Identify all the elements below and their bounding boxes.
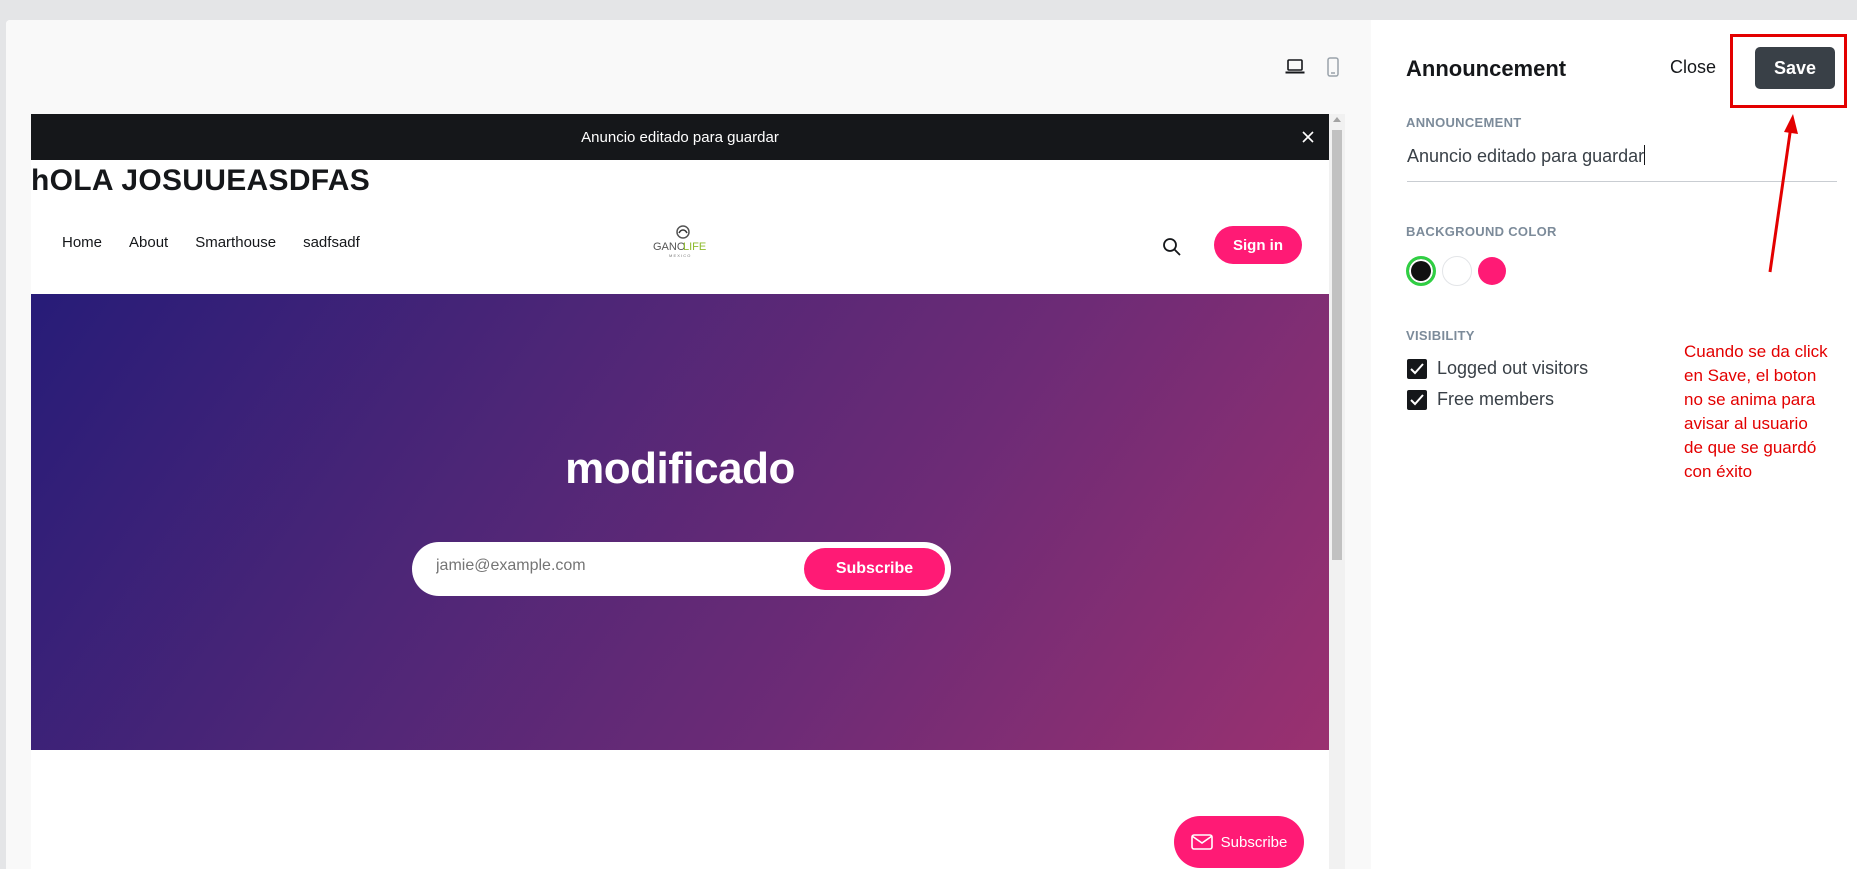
announcement-bar-text: Anuncio editado para guardar bbox=[581, 128, 779, 146]
close-icon[interactable] bbox=[1299, 128, 1317, 146]
subscribe-form: Subscribe bbox=[412, 542, 951, 596]
scroll-up-arrow-icon[interactable] bbox=[1333, 117, 1341, 122]
arrow-annotation bbox=[1768, 114, 1798, 273]
annotation-note: Cuando se da click en Save, el boton no … bbox=[1684, 340, 1856, 484]
nav-item-smarthouse[interactable]: Smarthouse bbox=[195, 234, 276, 251]
preview-area: Anuncio editado para guardar hOLA JOSUUE… bbox=[6, 20, 1371, 869]
note-line: de que se guardó bbox=[1684, 438, 1817, 457]
preview-scrollbar[interactable] bbox=[1329, 114, 1345, 869]
note-line: en Save, el boton bbox=[1684, 366, 1817, 385]
note-line: no se anima para bbox=[1684, 390, 1816, 409]
portal-subscribe-label: Subscribe bbox=[1220, 833, 1288, 851]
nav-item-sadfsadf[interactable]: sadfsadf bbox=[303, 234, 360, 251]
portal-subscribe-button[interactable]: Subscribe bbox=[1174, 816, 1304, 868]
visibility-option-logged-out[interactable]: Logged out visitors bbox=[1407, 358, 1588, 379]
save-highlight-annotation bbox=[1730, 34, 1847, 108]
hero-section: modificado Subscribe bbox=[31, 294, 1329, 750]
announcement-input-value: Anuncio editado para guardar bbox=[1407, 146, 1645, 166]
visibility-option-free-members[interactable]: Free members bbox=[1407, 389, 1554, 410]
mail-icon bbox=[1190, 834, 1213, 850]
screen: Anuncio editado para guardar hOLA JOSUUE… bbox=[0, 0, 1857, 869]
check-icon bbox=[1410, 393, 1424, 405]
laptop-icon[interactable] bbox=[1284, 56, 1306, 78]
announcement-label: ANNOUNCEMENT bbox=[1406, 115, 1522, 130]
nav-item-about[interactable]: About bbox=[129, 234, 168, 251]
announcement-bar: Anuncio editado para guardar bbox=[31, 114, 1329, 160]
site-logo[interactable]: GANO LIFE M E X I C O bbox=[651, 224, 715, 260]
subscribe-button[interactable]: Subscribe bbox=[804, 548, 945, 590]
color-swatches bbox=[1406, 256, 1506, 286]
nav-item-home[interactable]: Home bbox=[62, 234, 102, 251]
swatch-black[interactable] bbox=[1406, 256, 1436, 286]
visibility-option-label: Free members bbox=[1437, 389, 1555, 409]
mobile-icon[interactable] bbox=[1322, 56, 1344, 78]
email-input[interactable] bbox=[436, 557, 736, 575]
search-icon[interactable] bbox=[1161, 236, 1183, 258]
close-button[interactable]: Close bbox=[1670, 57, 1716, 78]
note-line: con éxito bbox=[1684, 462, 1753, 481]
text-caret bbox=[1644, 145, 1646, 165]
swatch-white[interactable] bbox=[1442, 256, 1472, 286]
note-line: avisar al usuario bbox=[1684, 414, 1808, 433]
visibility-option-label: Logged out visitors bbox=[1437, 358, 1589, 378]
visibility-label: VISIBILITY bbox=[1406, 328, 1475, 343]
checkbox-checked[interactable] bbox=[1407, 389, 1427, 410]
site-preview-frame: Anuncio editado para guardar hOLA JOSUUE… bbox=[31, 114, 1345, 869]
device-switcher bbox=[1284, 56, 1344, 78]
hero-title: modificado bbox=[565, 444, 795, 493]
background-color-label: BACKGROUND COLOR bbox=[1406, 224, 1557, 239]
signin-button[interactable]: Sign in bbox=[1214, 226, 1302, 264]
note-line: Cuando se da click bbox=[1684, 342, 1828, 361]
panel-title: Announcement bbox=[1406, 56, 1567, 81]
svg-text:M E X I C O: M E X I C O bbox=[669, 253, 690, 258]
scroll-thumb[interactable] bbox=[1332, 130, 1342, 560]
swatch-pink[interactable] bbox=[1478, 257, 1506, 285]
svg-text:LIFE: LIFE bbox=[683, 241, 706, 253]
svg-text:GANO: GANO bbox=[653, 241, 686, 253]
site-nav: Home About Smarthouse sadfsadf bbox=[62, 234, 360, 251]
checkbox-checked[interactable] bbox=[1407, 358, 1427, 379]
check-icon bbox=[1410, 362, 1424, 374]
site-title: hOLA JOSUUEASDFAS bbox=[31, 164, 371, 197]
